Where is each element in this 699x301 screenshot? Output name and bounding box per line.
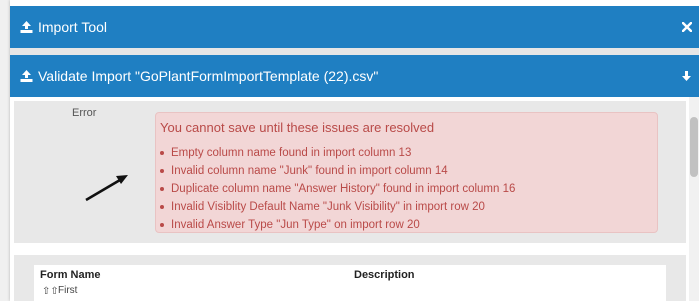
sort-icon[interactable]: ⇧⇧ bbox=[42, 286, 59, 297]
scrollbar[interactable] bbox=[689, 97, 699, 301]
error-item: Invalid Visiblity Default Name "Junk Vis… bbox=[156, 198, 515, 216]
import-tool-header: Import Tool bbox=[10, 6, 699, 48]
table-header: Form Name Description bbox=[34, 265, 666, 285]
import-tool-title: Import Tool bbox=[38, 19, 107, 35]
validate-import-title: Validate Import "GoPlantFormImportTempla… bbox=[38, 68, 379, 84]
upload-icon bbox=[20, 70, 33, 82]
error-panel: Error You cannot save until these issues… bbox=[14, 101, 686, 243]
forms-table: Form Name Description ⇧⇧ First bbox=[14, 255, 686, 301]
error-title: You cannot save until these issues are r… bbox=[160, 120, 435, 135]
error-item: Invalid Answer Type "Jun Type" on import… bbox=[156, 216, 515, 234]
column-description[interactable]: Description bbox=[354, 269, 415, 281]
table-row: ⇧⇧ First bbox=[34, 285, 666, 301]
import-tool-window: Import Tool Validate Import "GoPlantForm… bbox=[10, 0, 699, 301]
error-alert: You cannot save until these issues are r… bbox=[155, 112, 658, 233]
error-item: Invalid column name "Junk" found in impo… bbox=[156, 162, 515, 180]
arrow-down-icon[interactable] bbox=[681, 70, 692, 82]
error-label: Error bbox=[72, 107, 97, 119]
error-item: Empty column name found in import column… bbox=[156, 144, 515, 162]
upload-icon bbox=[20, 21, 33, 33]
scrollbar-thumb[interactable] bbox=[690, 117, 698, 177]
sort-first-label[interactable]: First bbox=[58, 285, 77, 296]
arrow-pointer bbox=[85, 175, 128, 202]
validate-import-header[interactable]: Validate Import "GoPlantFormImportTempla… bbox=[10, 55, 699, 97]
error-list: Empty column name found in import column… bbox=[156, 144, 515, 234]
column-form-name[interactable]: Form Name bbox=[40, 269, 101, 281]
close-icon[interactable] bbox=[682, 22, 692, 32]
error-item: Duplicate column name "Answer History" f… bbox=[156, 180, 515, 198]
validation-content: Error You cannot save until these issues… bbox=[10, 97, 689, 301]
section-divider bbox=[10, 48, 699, 55]
